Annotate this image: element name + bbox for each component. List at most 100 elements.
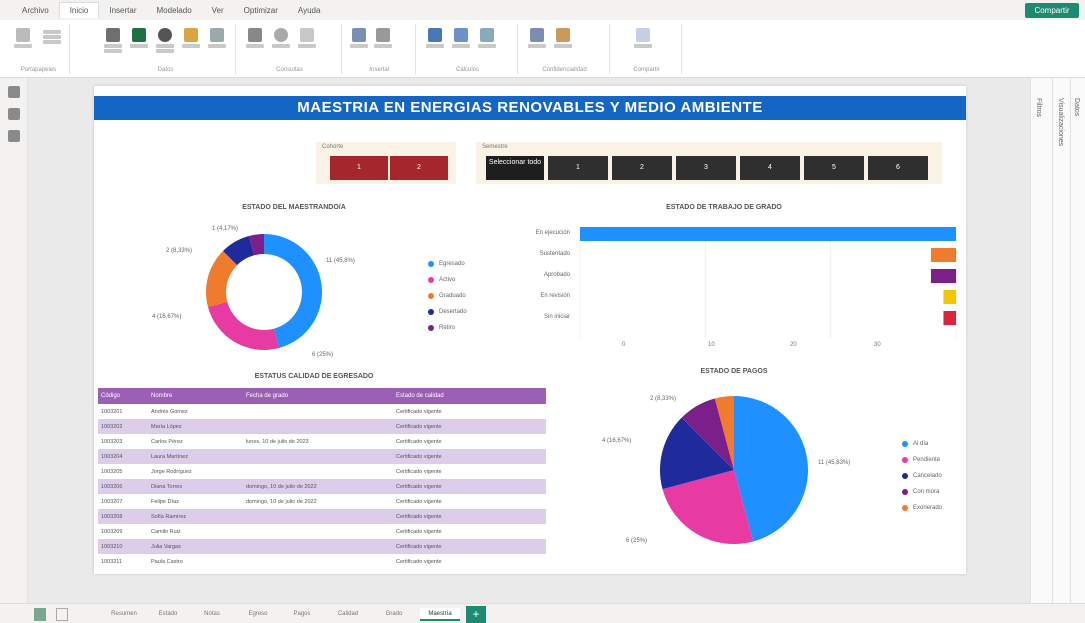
new-measure-button[interactable] <box>424 26 446 60</box>
table-cell: Certificado vigente <box>396 483 442 490</box>
page-nav-icon[interactable] <box>56 608 68 621</box>
share-button[interactable]: Compartir <box>1025 3 1079 18</box>
paste-button[interactable] <box>12 26 34 60</box>
excel-button[interactable] <box>128 26 150 60</box>
table-cell: domingo, 10 de julio de 2022 <box>246 498 317 505</box>
pie-data-label: 11 (45,83%) <box>818 460 851 466</box>
donut-data-label: 2 (8,33%) <box>166 248 193 254</box>
page-nav-icon[interactable] <box>34 608 46 621</box>
table-cell: 1003203 <box>101 438 123 445</box>
table-row[interactable]: 1003207 Felipe Díaz domingo, 10 de julio d… <box>98 494 546 509</box>
ribbon-tab-active[interactable]: Inicio <box>58 2 100 18</box>
ribbon-tab[interactable]: Ver <box>202 3 234 18</box>
data-pane-collapsed[interactable]: Datos <box>1070 78 1085 603</box>
new-visual-button[interactable] <box>348 26 370 60</box>
legend-item[interactable]: Exonerado <box>902 500 942 516</box>
ribbon-tab[interactable]: Ayuda <box>288 3 331 18</box>
report-view-icon[interactable] <box>7 86 20 98</box>
legend-item[interactable]: Con mora <box>902 484 942 500</box>
page-tab[interactable]: Estado <box>150 608 186 621</box>
legend-item[interactable]: Pendiente <box>902 452 942 468</box>
table-cell: Certificado vigente <box>396 423 442 430</box>
copilot-button[interactable] <box>632 26 654 60</box>
legend-item[interactable]: Graduado <box>428 288 467 304</box>
transform-icon <box>248 28 262 42</box>
quick-measure-button[interactable] <box>450 26 472 60</box>
donut-legend: Egresado Activo Graduado Desertado Retir… <box>428 256 467 336</box>
legend-item[interactable]: Retiro <box>428 320 467 336</box>
column-header[interactable]: Nombre <box>148 393 243 399</box>
bar-title: ESTADO DE TRABAJO DE GRADO <box>666 204 782 211</box>
database-icon <box>106 28 120 42</box>
page-tab[interactable]: Pagos <box>284 608 320 621</box>
report-page: MAESTRIA EN ENERGIAS RENOVABLES Y MEDIO … <box>94 86 966 574</box>
sensitivity-button[interactable] <box>526 26 548 60</box>
table-cell: Carlos Pérez <box>151 438 183 445</box>
legend-item[interactable]: Desertado <box>428 304 467 320</box>
table-row[interactable]: 1003201 Andrés Gómez Certificado vigente <box>98 404 546 419</box>
new-column-button[interactable] <box>476 26 498 60</box>
donut-slice[interactable] <box>207 301 280 350</box>
legend-item[interactable]: Egresado <box>428 256 467 272</box>
sql-button[interactable] <box>180 26 202 60</box>
cut-copy-buttons[interactable] <box>38 26 66 60</box>
bar[interactable] <box>943 290 956 304</box>
table-row[interactable]: 1003210 Julia Vargas Certificado vigente <box>98 539 546 554</box>
bar[interactable] <box>943 311 956 325</box>
table-row[interactable]: 1003204 Laura Martínez Certificado vigente <box>98 449 546 464</box>
table-cell: Certificado vigente <box>396 513 442 520</box>
column-header[interactable]: Estado de calidad <box>393 393 546 399</box>
table-row[interactable]: 1003203 Carlos Pérez lunes, 10 de julio de… <box>98 434 546 449</box>
table-row[interactable]: 1003206 Diana Torres domingo, 10 de julio … <box>98 479 546 494</box>
page-tab[interactable]: Grado <box>376 608 412 621</box>
legend-item[interactable]: Activo <box>428 272 467 288</box>
page-tab-bar: Resumen Estado Notas Egreso Pagos Calida… <box>0 603 1085 623</box>
table-row[interactable]: 1003209 Camilo Ruiz Certificado vigente <box>98 524 546 539</box>
table-cell: lunes, 10 de julio de 2023 <box>246 438 309 445</box>
model-view-icon[interactable] <box>7 130 20 142</box>
ribbon-tab[interactable]: Optimizar <box>234 3 288 18</box>
bar-category-label: Sustentado <box>539 251 570 257</box>
bar[interactable] <box>930 248 956 262</box>
table-row[interactable]: 1003205 Jorge Rodríguez Certificado vigent… <box>98 464 546 479</box>
table-cell: Certificado vigente <box>396 438 442 445</box>
transform-data-button[interactable] <box>244 26 266 60</box>
table-cell: Andrés Gómez <box>151 408 188 415</box>
column-header[interactable]: Fecha de grado <box>243 393 393 399</box>
column-header[interactable]: Código <box>98 393 148 399</box>
visualizations-pane-collapsed[interactable]: Visualizaciones <box>1052 78 1070 603</box>
table-cell: 1003207 <box>101 498 123 505</box>
legend-item[interactable]: Al día <box>902 436 942 452</box>
ribbon-tab[interactable]: Modelado <box>147 3 202 18</box>
table-cell: 1003205 <box>101 468 123 475</box>
pie-data-label: 4 (16,67%) <box>602 438 632 444</box>
enter-data-button[interactable] <box>206 26 228 60</box>
page-tab[interactable]: Resumen <box>106 608 142 621</box>
pie-data-label: 6 (25%) <box>626 538 648 544</box>
page-tab[interactable]: Calidad <box>330 608 366 621</box>
filters-pane-collapsed[interactable]: Filtros <box>1030 78 1052 603</box>
x-tick: 20 <box>790 342 797 348</box>
page-tab-active[interactable]: Maestría <box>420 608 460 621</box>
text-box-button[interactable] <box>372 26 394 60</box>
onelake-button[interactable] <box>154 26 176 60</box>
page-tab[interactable]: Notas <box>196 608 228 621</box>
legend-item[interactable]: Cancelado <box>902 468 942 484</box>
table-cell: 1003210 <box>101 543 123 550</box>
table-row[interactable]: 1003202 María López Certificado vigente <box>98 419 546 434</box>
bar[interactable] <box>930 269 956 283</box>
table-view-icon[interactable] <box>7 108 20 120</box>
table-cell: 1003201 <box>101 408 123 415</box>
page-tab[interactable]: Egreso <box>240 608 276 621</box>
ribbon-tab[interactable]: Insertar <box>99 3 146 18</box>
publish-button[interactable] <box>552 26 574 60</box>
add-page-button[interactable]: + <box>466 606 486 623</box>
ribbon-group-label: Compartir <box>633 67 660 73</box>
table-row[interactable]: 1003211 Paula Castro Certificado vigente <box>98 554 546 569</box>
refresh-button[interactable] <box>270 26 292 60</box>
get-data-button[interactable] <box>102 26 124 60</box>
bar[interactable] <box>580 227 956 241</box>
recent-sources-button[interactable] <box>296 26 318 60</box>
table-row[interactable]: 1003208 Sofía Ramírez Certificado vigente <box>98 509 546 524</box>
ribbon-tab[interactable]: Archivo <box>12 3 59 18</box>
